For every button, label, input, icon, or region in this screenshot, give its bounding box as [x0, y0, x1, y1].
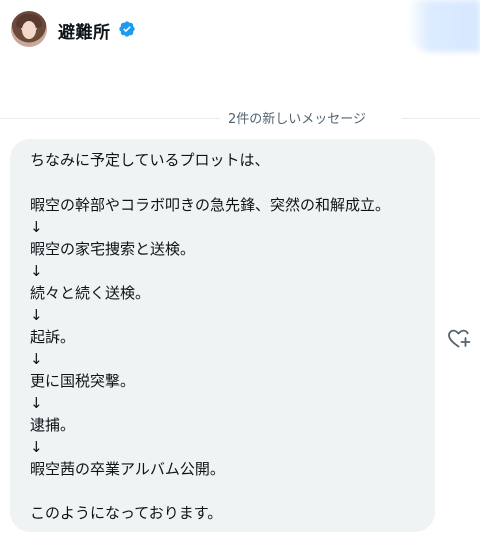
divider-line-left	[0, 118, 220, 119]
message-line: ↓	[30, 350, 43, 368]
message-line: ↓	[30, 262, 43, 280]
heart-plus-icon[interactable]	[446, 326, 472, 350]
message-line: 更に国税突撃。	[30, 372, 136, 390]
message-line: 暇空の幹部やコラボ叩きの急先鋒、突然の和解成立。	[30, 196, 391, 214]
message-bubble[interactable]: ちなみに予定しているプロットは、 暇空の幹部やコラボ叩きの急先鋒、突然の和解成立…	[10, 139, 435, 532]
message-line: ↓	[30, 306, 43, 324]
message-line: 逮捕。	[30, 416, 76, 434]
blurred-region	[408, 0, 480, 52]
message-line: このようになっております。	[30, 504, 223, 522]
message-line: ちなみに予定しているプロットは、	[30, 151, 270, 169]
message-line: ↓	[30, 394, 43, 412]
message-line: 暇空の家宅捜索と送検。	[30, 240, 196, 258]
message-line: 起訴。	[30, 328, 76, 346]
message-line: 暇空茜の卒業アルバム公開。	[30, 460, 225, 478]
message-line: ↓	[30, 438, 43, 456]
display-name[interactable]: 避難所	[58, 18, 111, 43]
new-messages-label: 2件の新しいメッセージ	[228, 112, 367, 127]
conversation-header: 避難所	[0, 0, 480, 60]
avatar[interactable]	[11, 11, 47, 47]
message-line: ↓	[30, 218, 43, 236]
verified-badge-icon	[119, 21, 135, 37]
new-messages-divider: 2件の新しいメッセージ	[0, 106, 480, 130]
message-line: 続々と続く送検。	[30, 284, 151, 302]
divider-line-right	[402, 118, 480, 119]
